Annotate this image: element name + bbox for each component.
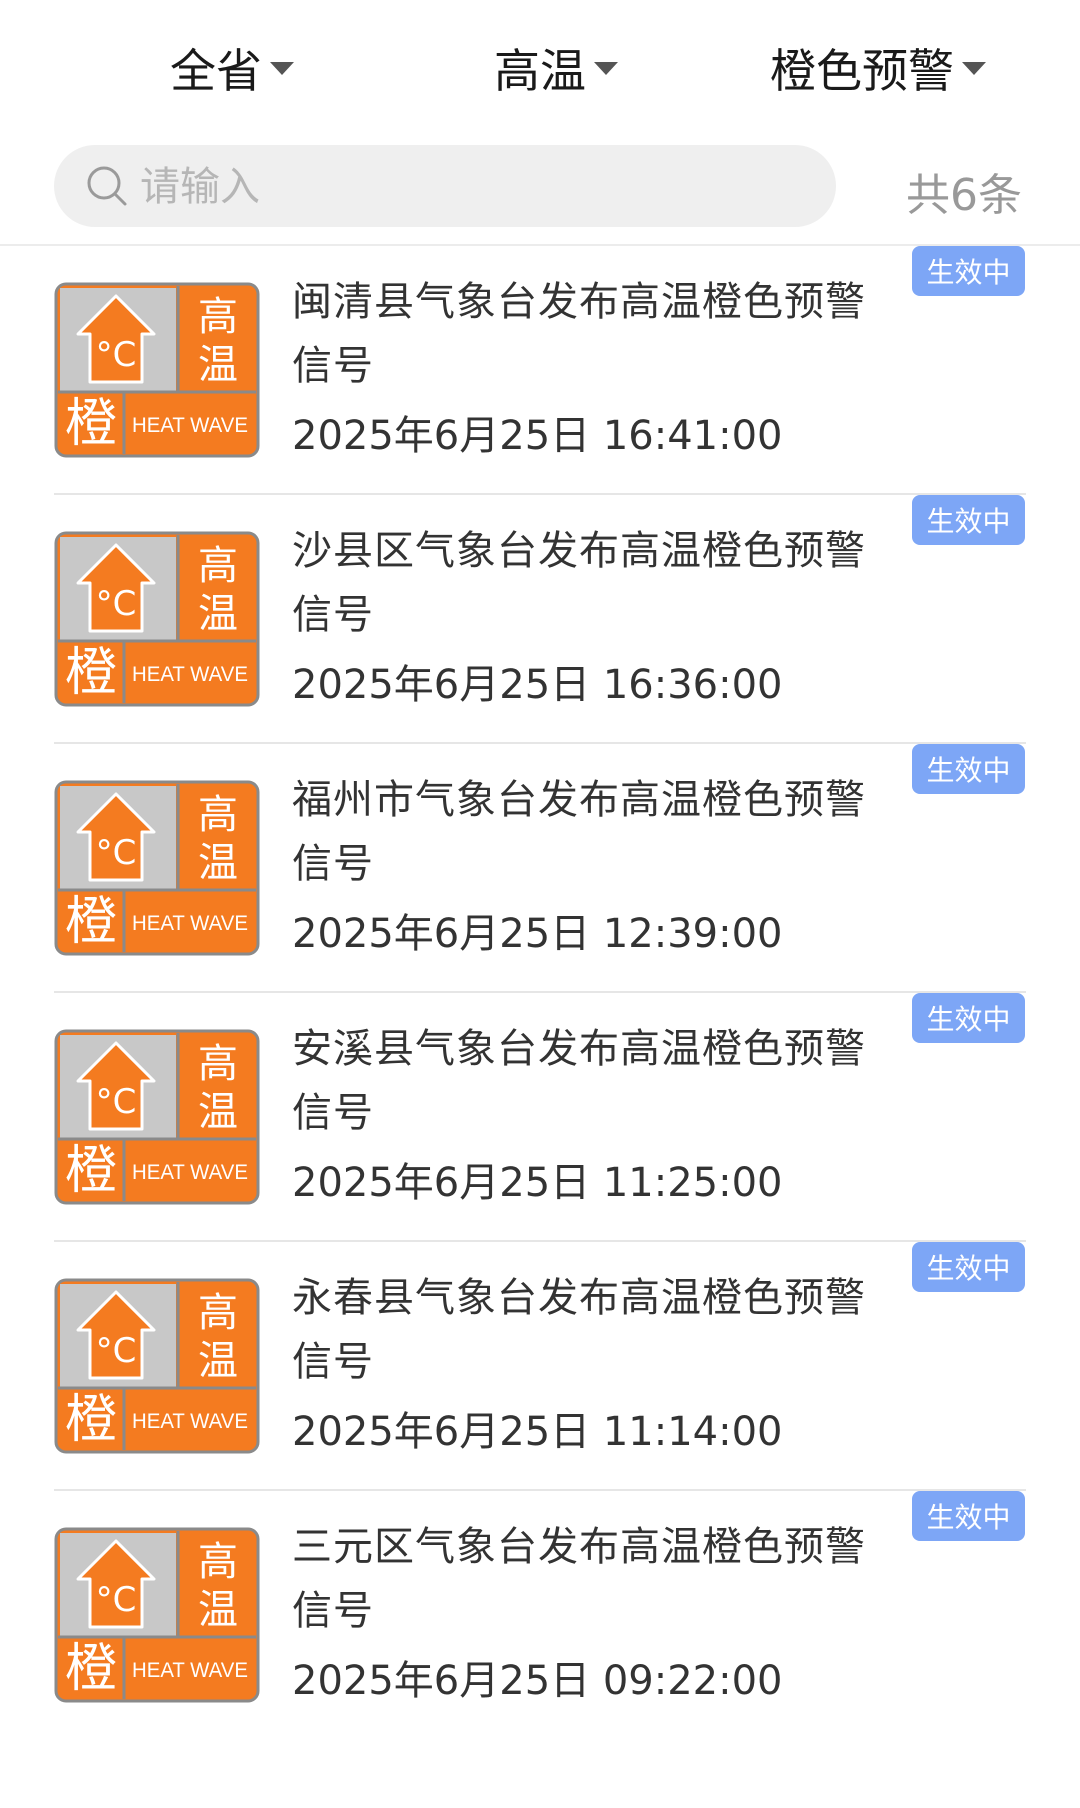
celsius-label: °C <box>96 335 137 375</box>
icon-char-mid: 温 <box>198 1089 238 1135</box>
region-filter-dropdown[interactable]: 全省 <box>170 38 294 98</box>
warning-list-item[interactable]: °C 高 温 橙 HEAT WAVE 三元区气象台发布高温橙色预警信号 2025… <box>0 1491 1080 1740</box>
icon-char-mid: 温 <box>198 1338 238 1384</box>
icon-char-top: 高 <box>198 543 238 589</box>
result-count: 共6条 <box>906 170 1022 221</box>
warning-list-item[interactable]: °C 高 温 橙 HEAT WAVE 安溪县气象台发布高温橙色预警信号 2025… <box>0 993 1080 1242</box>
heat-wave-orange-warning-icon: °C 高 温 橙 HEAT WAVE <box>54 1278 260 1454</box>
heat-wave-orange-warning-icon: °C 高 温 橙 HEAT WAVE <box>54 282 260 458</box>
icon-level-char: 橙 <box>65 394 117 454</box>
warning-time: 2025年6月25日 09:22:00 <box>292 1658 783 1704</box>
icon-char-top: 高 <box>198 1539 238 1585</box>
warning-title: 永春县气象台发布高温橙色预警信号 <box>292 1275 866 1385</box>
status-badge: 生效中 <box>912 1242 1025 1292</box>
icon-english-label: HEAT WAVE <box>132 414 248 437</box>
status-badge: 生效中 <box>912 246 1025 296</box>
region-filter-label: 全省 <box>170 44 262 98</box>
warning-title: 福州市气象台发布高温橙色预警信号 <box>292 777 866 887</box>
warning-list-item[interactable]: °C 高 温 橙 HEAT WAVE 福州市气象台发布高温橙色预警信号 2025… <box>0 744 1080 993</box>
caret-down-icon <box>270 61 294 75</box>
icon-english-label: HEAT WAVE <box>132 1161 248 1184</box>
status-badge: 生效中 <box>912 744 1025 794</box>
icon-level-char: 橙 <box>65 1141 117 1201</box>
warning-title: 安溪县气象台发布高温橙色预警信号 <box>292 1026 866 1136</box>
celsius-label: °C <box>96 833 137 873</box>
level-filter-label: 橙色预警 <box>770 44 954 98</box>
icon-level-char: 橙 <box>65 892 117 952</box>
icon-english-label: HEAT WAVE <box>132 663 248 686</box>
level-filter-dropdown[interactable]: 橙色预警 <box>770 38 986 98</box>
caret-down-icon <box>594 61 618 75</box>
warning-list: °C 高 温 橙 HEAT WAVE 闽清县气象台发布高温橙色预警信号 2025… <box>0 246 1080 1740</box>
search-icon <box>87 166 127 206</box>
warning-list-item[interactable]: °C 高 温 橙 HEAT WAVE 沙县区气象台发布高温橙色预警信号 2025… <box>0 495 1080 744</box>
heat-wave-orange-warning-icon: °C 高 温 橙 HEAT WAVE <box>54 1029 260 1205</box>
status-badge: 生效中 <box>912 495 1025 545</box>
warning-time: 2025年6月25日 11:14:00 <box>292 1409 783 1455</box>
search-row: 共6条 <box>0 145 1080 229</box>
search-input[interactable] <box>138 145 792 229</box>
warning-time: 2025年6月25日 16:36:00 <box>292 662 783 708</box>
icon-char-top: 高 <box>198 294 238 340</box>
type-filter-dropdown[interactable]: 高温 <box>494 38 618 98</box>
icon-char-top: 高 <box>198 1041 238 1087</box>
celsius-label: °C <box>96 1331 137 1371</box>
status-badge: 生效中 <box>912 993 1025 1043</box>
warning-time: 2025年6月25日 12:39:00 <box>292 911 783 957</box>
type-filter-label: 高温 <box>494 44 586 98</box>
icon-level-char: 橙 <box>65 1639 117 1699</box>
search-box[interactable] <box>54 145 836 229</box>
icon-level-char: 橙 <box>65 1390 117 1450</box>
icon-english-label: HEAT WAVE <box>132 1410 248 1433</box>
warning-title: 闽清县气象台发布高温橙色预警信号 <box>292 279 866 389</box>
heat-wave-orange-warning-icon: °C 高 温 橙 HEAT WAVE <box>54 780 260 956</box>
celsius-label: °C <box>96 584 137 624</box>
warning-list-item[interactable]: °C 高 温 橙 HEAT WAVE 永春县气象台发布高温橙色预警信号 2025… <box>0 1242 1080 1491</box>
icon-char-mid: 温 <box>198 840 238 886</box>
warning-title: 三元区气象台发布高温橙色预警信号 <box>292 1524 866 1634</box>
warning-time: 2025年6月25日 11:25:00 <box>292 1160 783 1206</box>
celsius-label: °C <box>96 1580 137 1620</box>
icon-char-mid: 温 <box>198 1587 238 1633</box>
icon-english-label: HEAT WAVE <box>132 912 248 935</box>
status-badge: 生效中 <box>912 1491 1025 1541</box>
heat-wave-orange-warning-icon: °C 高 温 橙 HEAT WAVE <box>54 531 260 707</box>
icon-char-top: 高 <box>198 792 238 838</box>
icon-char-mid: 温 <box>198 342 238 388</box>
celsius-label: °C <box>96 1082 137 1122</box>
icon-level-char: 橙 <box>65 643 117 703</box>
icon-char-mid: 温 <box>198 591 238 637</box>
caret-down-icon <box>962 61 986 75</box>
icon-english-label: HEAT WAVE <box>132 1659 248 1682</box>
icon-char-top: 高 <box>198 1290 238 1336</box>
warning-title: 沙县区气象台发布高温橙色预警信号 <box>292 528 866 638</box>
warning-time: 2025年6月25日 16:41:00 <box>292 413 783 459</box>
filter-bar: 全省 高温 橙色预警 <box>0 0 1080 140</box>
warning-list-item[interactable]: °C 高 温 橙 HEAT WAVE 闽清县气象台发布高温橙色预警信号 2025… <box>0 246 1080 495</box>
heat-wave-orange-warning-icon: °C 高 温 橙 HEAT WAVE <box>54 1527 260 1703</box>
